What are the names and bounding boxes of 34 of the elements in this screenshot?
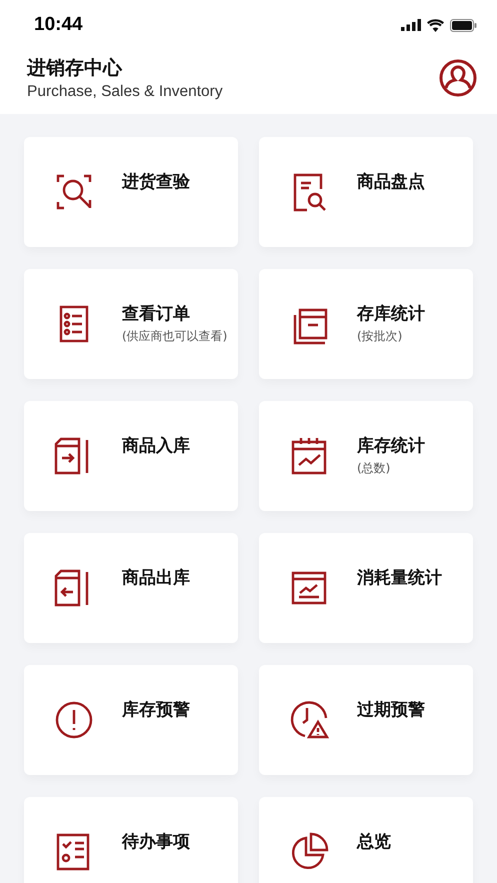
page-title: 进销存中心 (27, 56, 124, 81)
menu-tile[interactable]: 库存统计 (总数) (259, 401, 473, 511)
menu-tile[interactable]: 待办事项 (24, 797, 238, 883)
battery-icon (450, 18, 477, 32)
tile-note: (按批次) (357, 328, 404, 345)
tile-label: 查看订单 (122, 303, 191, 325)
tile-label: 消耗量统计 (357, 567, 442, 589)
wifi-icon (427, 18, 444, 32)
menu-tile[interactable]: 商品盘点 (259, 137, 473, 247)
tile-label: 库存统计 (357, 435, 425, 457)
menu-tile[interactable]: 总览 (259, 797, 473, 883)
tile-label: 库存预警 (122, 699, 190, 721)
user-icon[interactable] (439, 59, 477, 97)
tile-label: 进货查验 (122, 171, 190, 193)
tile-label: 过期预警 (357, 699, 425, 721)
page-subtitle: Purchase, Sales & Inventory (27, 83, 223, 101)
tile-note: (供应商也可以查看) (122, 328, 228, 345)
menu-tile[interactable]: 消耗量统计 (259, 533, 473, 643)
menu-tile[interactable]: 库存预警 (24, 665, 238, 775)
tile-note: (总数) (357, 460, 392, 477)
tile-label: 存库统计 (357, 303, 425, 325)
menu-tile[interactable]: 商品出库 (24, 533, 238, 643)
status-time: 10:44 (34, 14, 83, 36)
menu-tile[interactable]: 过期预警 (259, 665, 473, 775)
tile-label: 商品盘点 (357, 171, 425, 193)
tile-label: 商品出库 (122, 567, 190, 589)
menu-tile[interactable]: 商品入库 (24, 401, 238, 511)
tile-label: 商品入库 (122, 435, 190, 457)
tile-label: 总览 (357, 831, 391, 853)
signal-icon (401, 19, 421, 31)
menu-tile[interactable]: 存库统计 (按批次) (259, 269, 473, 379)
menu-tile[interactable]: 查看订单 (供应商也可以查看) (24, 269, 238, 379)
menu-tile[interactable]: 进货查验 (24, 137, 238, 247)
tile-label: 待办事项 (122, 831, 190, 853)
